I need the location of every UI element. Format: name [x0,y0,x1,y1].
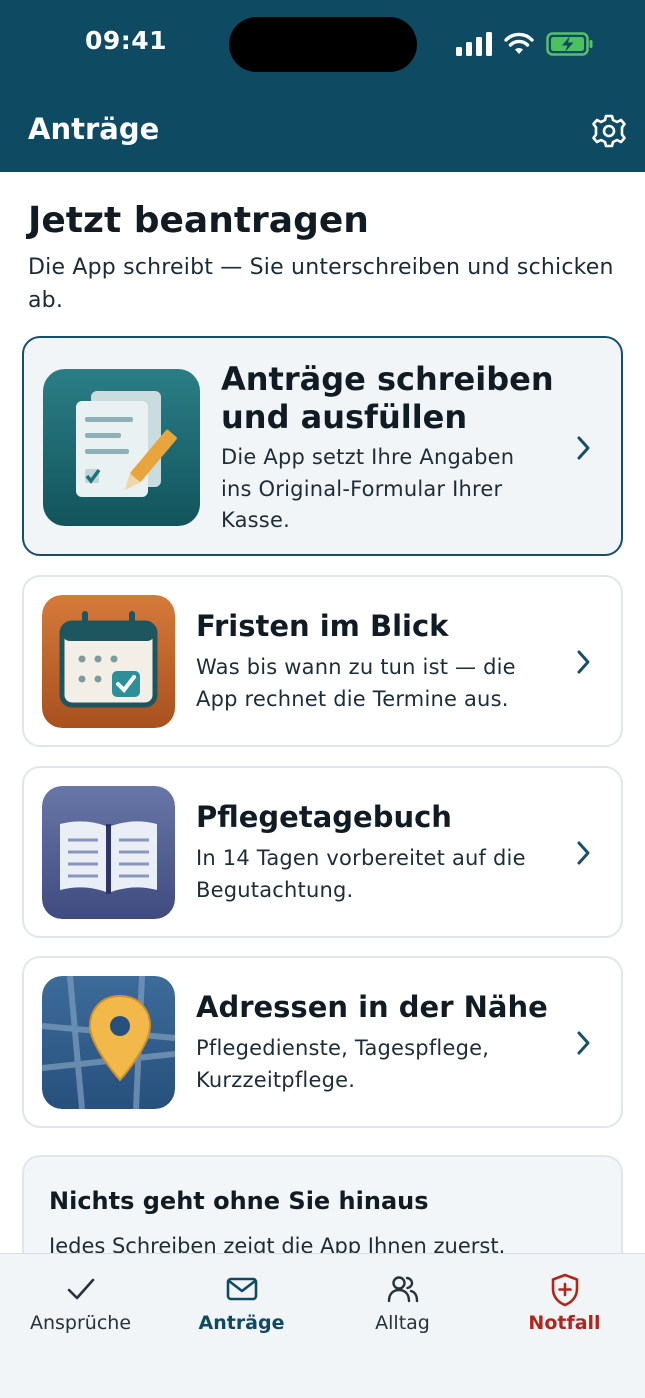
card-fristen[interactable]: Fristen im Blick Was bis wann zu tun ist… [22,575,623,747]
card-description: Was bis wann zu tun ist — die App rechne… [196,655,516,711]
page-title: Anträge [28,112,160,146]
card-title: Anträge schreiben und ausfüllen [221,360,554,436]
tab-label: Alltag [375,1312,430,1334]
shield-plus-icon [551,1273,578,1307]
card-description: In 14 Tagen vorbereitet auf die Begutach… [196,846,526,902]
tab-alltag[interactable]: Alltag [322,1254,483,1354]
section-title: Jetzt beantragen [28,200,369,241]
chevron-right-icon [577,841,590,865]
app-header: 09:41 Anträge [0,0,645,172]
tab-label: Notfall [528,1312,601,1334]
tab-label: Ansprüche [29,1312,132,1334]
tab-label: Anträge [198,1312,285,1334]
tab-notfall[interactable]: Notfall [484,1254,645,1354]
status-time: 09:41 [85,26,168,55]
card-antraege-schreiben[interactable]: Anträge schreiben und ausfüllen Die App … [22,336,623,556]
tab-ansprueche[interactable]: Ansprüche [0,1254,161,1354]
section-subtitle: Die App schreibt — Sie unterschreiben un… [28,255,614,313]
settings-gear-icon[interactable] [590,112,628,150]
signal-icon [456,32,492,56]
checkmark-icon [67,1278,94,1300]
tab-bar: Ansprüche Anträge Alltag Notfall [0,1253,645,1398]
calendar-check-icon [42,595,175,728]
card-title: Adressen in der Nähe [196,990,548,1024]
card-pflegetagebuch[interactable]: Pflegetagebuch In 14 Tagen vorbereitet a… [22,766,623,938]
document-pencil-icon [43,369,200,526]
info-title: Nichts geht ohne Sie hinaus [49,1187,429,1215]
chevron-right-icon [577,650,590,674]
map-pin-icon [42,976,175,1109]
chevron-right-icon [577,1031,590,1055]
card-adressen[interactable]: Adressen in der Nähe Pflegedienste, Tage… [22,956,623,1128]
card-title: Fristen im Blick [196,609,449,643]
open-book-icon [42,786,175,919]
chevron-right-icon [577,436,590,460]
card-description: Die App setzt Ihre Angaben ins Original-… [221,445,515,532]
card-description: Pflegedienste, Tagespflege, Kurzzeitpfle… [196,1036,490,1092]
dynamic-island [229,17,417,72]
wifi-icon [504,32,534,54]
people-icon [387,1276,418,1303]
envelope-icon [226,1277,257,1301]
battery-icon [546,32,593,56]
tab-antraege[interactable]: Anträge [161,1254,322,1354]
card-title: Pflegetagebuch [196,800,452,834]
status-icons [456,28,594,60]
